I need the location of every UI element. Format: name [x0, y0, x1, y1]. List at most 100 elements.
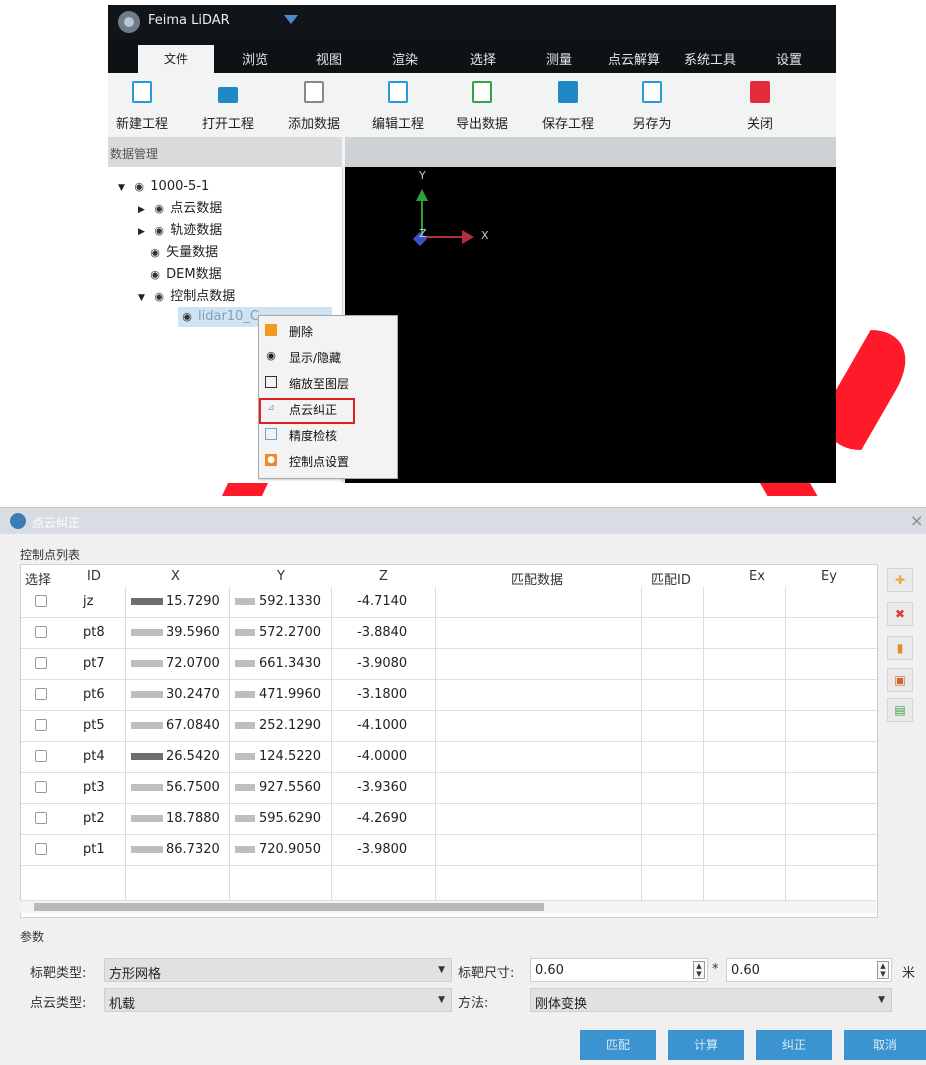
tree-node-control-points[interactable]: ▼ ◉ 控制点数据	[138, 287, 235, 307]
table-row[interactable]: pt7 72.0700 661.3430 -3.9080	[21, 649, 877, 680]
cell-y: 471.9960	[259, 687, 322, 702]
cell-id: pt6	[83, 687, 105, 702]
row-checkbox[interactable]	[35, 657, 47, 669]
tree-node-pointcloud[interactable]: ▶ ◉ 点云数据	[138, 199, 222, 219]
col-header-match-id[interactable]: 匹配ID	[651, 569, 691, 588]
cell-id: pt1	[83, 842, 105, 857]
close-project-button[interactable]: 关闭	[722, 73, 798, 137]
close-icon[interactable]: ×	[910, 511, 923, 530]
table-row[interactable]: pt4 26.5420 124.5220 -4.0000	[21, 742, 877, 773]
row-checkbox[interactable]	[35, 781, 47, 793]
table-row[interactable]: pt3 56.7500 927.5560 -3.9360	[21, 773, 877, 804]
menu-pointcloud-solve[interactable]: 点云解算	[608, 49, 660, 68]
col-header-z[interactable]: Z	[379, 569, 388, 584]
menu-measure[interactable]: 测量	[546, 49, 572, 68]
method-select[interactable]: 刚体变换 ▼	[530, 988, 892, 1012]
spinner-icon[interactable]: ▲ ▼	[877, 961, 889, 979]
correct-button[interactable]: 纠正	[756, 1030, 832, 1060]
menu-render[interactable]: 渲染	[392, 49, 418, 68]
menu-settings[interactable]: 设置	[776, 49, 802, 68]
expand-right-icon[interactable]: ▶	[138, 222, 148, 242]
remove-point-button[interactable]: ✖	[887, 602, 913, 626]
import-button[interactable]: ▣	[887, 668, 913, 692]
menu-system-tools[interactable]: 系统工具	[684, 49, 736, 68]
eye-icon[interactable]: ◉	[152, 199, 166, 219]
col-header-y[interactable]: Y	[277, 569, 285, 584]
table-row[interactable]: pt8 39.5960 572.2700 -3.8840	[21, 618, 877, 649]
eye-icon[interactable]: ◉	[180, 307, 194, 327]
tree-node-dem[interactable]: ◉ DEM数据	[148, 265, 221, 285]
new-file-icon	[132, 81, 152, 103]
eye-icon[interactable]: ◉	[152, 221, 166, 241]
redaction-mark	[131, 784, 163, 791]
row-checkbox[interactable]	[35, 688, 47, 700]
ctx-delete[interactable]: 删除	[259, 318, 397, 344]
eye-icon[interactable]: ◉	[152, 287, 166, 307]
eye-icon[interactable]: ◉	[132, 177, 146, 197]
horizontal-scrollbar[interactable]	[20, 900, 876, 913]
scrollbar-thumb[interactable]	[34, 903, 544, 911]
spinner-icon[interactable]: ▲ ▼	[693, 961, 705, 979]
match-button[interactable]: 匹配	[580, 1030, 656, 1060]
cancel-button[interactable]: 取消	[844, 1030, 926, 1060]
title-dropdown-icon[interactable]	[284, 15, 298, 24]
context-menu: 删除 ◉ 显示/隐藏 缩放至图层 ⊿ 点云纠正 精度检核 ● 控制点设置	[258, 315, 398, 479]
target-size-a-input[interactable]: 0.60 ▲ ▼	[530, 958, 708, 982]
cloud-type-select[interactable]: 机载 ▼	[104, 988, 452, 1012]
table-row[interactable]: pt2 18.7880 595.6290 -4.2690	[21, 804, 877, 835]
tree-node-trajectory[interactable]: ▶ ◉ 轨迹数据	[138, 221, 222, 241]
ctx-control-point-settings[interactable]: ● 控制点设置	[259, 448, 397, 474]
save-project-button[interactable]: 保存工程	[530, 73, 606, 137]
save-as-button[interactable]: 另存为	[614, 73, 690, 137]
edit-project-button[interactable]: 编辑工程	[360, 73, 436, 137]
menu-select[interactable]: 选择	[470, 49, 496, 68]
cell-id: pt7	[83, 656, 105, 671]
eye-icon[interactable]: ◉	[148, 243, 162, 263]
3d-viewport[interactable]: Y X Z	[345, 167, 836, 483]
col-header-ey[interactable]: Ey	[821, 569, 837, 584]
export-data-button[interactable]: 导出数据	[444, 73, 520, 137]
col-header-select[interactable]: 选择	[25, 569, 51, 588]
col-header-x[interactable]: X	[171, 569, 180, 584]
redaction-mark	[235, 815, 255, 822]
menu-browse[interactable]: 浏览	[242, 49, 268, 68]
add-data-icon	[304, 81, 324, 103]
col-header-id[interactable]: ID	[87, 569, 101, 584]
target-type-select[interactable]: 方形网格 ▼	[104, 958, 452, 982]
tree-node-vector[interactable]: ◉ 矢量数据	[148, 243, 218, 263]
compute-button[interactable]: 计算	[668, 1030, 744, 1060]
add-point-button[interactable]: ✚	[887, 568, 913, 592]
eye-icon: ◉	[266, 349, 276, 362]
correction-dialog: 点云纠正 × 控制点列表 选择 ID X Y Z 匹配数据 匹配ID Ex Ey…	[0, 507, 926, 1065]
add-data-button[interactable]: 添加数据	[276, 73, 352, 137]
eye-icon[interactable]: ◉	[148, 265, 162, 285]
ctx-show-hide[interactable]: ◉ 显示/隐藏	[259, 344, 397, 370]
row-checkbox[interactable]	[35, 595, 47, 607]
export-button[interactable]: ▤	[887, 698, 913, 722]
row-checkbox[interactable]	[35, 626, 47, 638]
expand-down-icon[interactable]: ▼	[138, 288, 148, 308]
ctx-accuracy-check[interactable]: 精度检核	[259, 422, 397, 448]
row-checkbox[interactable]	[35, 843, 47, 855]
target-size-b-input[interactable]: 0.60 ▲ ▼	[726, 958, 892, 982]
col-header-match-data[interactable]: 匹配数据	[511, 569, 563, 588]
row-checkbox[interactable]	[35, 750, 47, 762]
row-checkbox[interactable]	[35, 812, 47, 824]
open-project-button[interactable]: 打开工程	[190, 73, 266, 137]
table-row[interactable]: pt1 86.7320 720.9050 -3.9800	[21, 835, 877, 866]
expand-right-icon[interactable]: ▶	[138, 200, 148, 220]
row-checkbox[interactable]	[35, 719, 47, 731]
table-row[interactable]: jz 15.7290 592.1330 -4.7140	[21, 587, 877, 618]
redaction-mark	[235, 691, 255, 698]
menu-view[interactable]: 视图	[316, 49, 342, 68]
delete-all-button[interactable]: ▮	[887, 636, 913, 660]
new-project-button[interactable]: 新建工程	[104, 73, 180, 137]
tree-node-root[interactable]: ▼ ◉ 1000-5-1	[118, 177, 209, 197]
menu-file[interactable]: 文件	[138, 45, 214, 73]
col-header-ex[interactable]: Ex	[749, 569, 765, 584]
table-row[interactable]: pt6 30.2470 471.9960 -3.1800	[21, 680, 877, 711]
cell-y: 927.5560	[259, 780, 322, 795]
table-row[interactable]: pt5 67.0840 252.1290 -4.1000	[21, 711, 877, 742]
expand-down-icon[interactable]: ▼	[118, 178, 128, 198]
ctx-zoom-to-layer[interactable]: 缩放至图层	[259, 370, 397, 396]
